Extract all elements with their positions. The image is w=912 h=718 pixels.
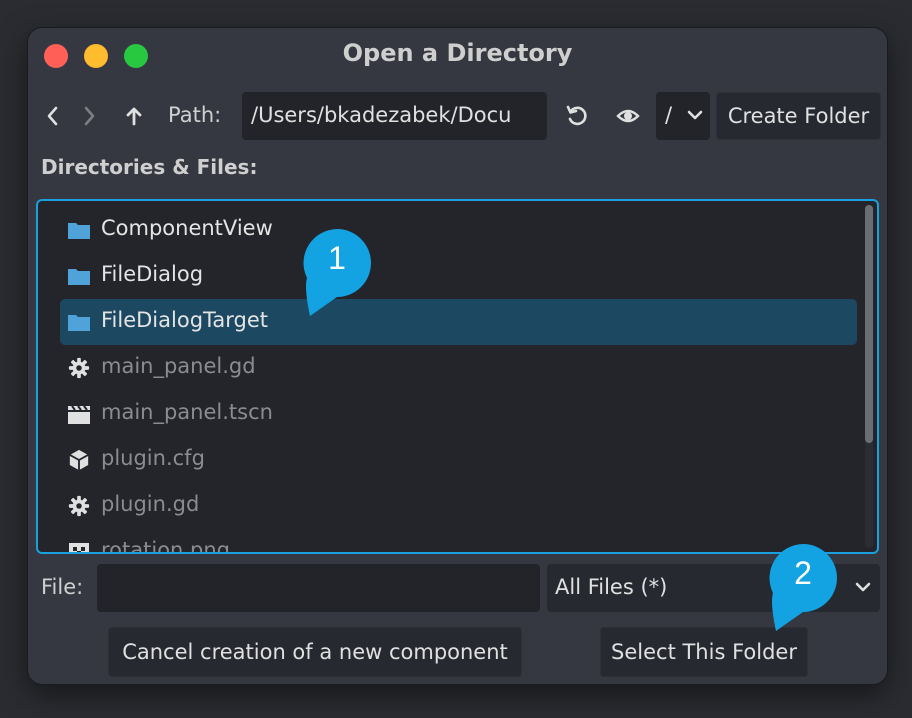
folder-icon [68, 223, 90, 239]
path-input[interactable]: /Users/bkadezabek/Docu [242, 92, 547, 140]
create-folder-button[interactable]: Create Folder [716, 92, 881, 140]
arrow-up-icon [126, 107, 142, 126]
folder-icon [68, 269, 90, 285]
list-item-label: main_panel.gd [101, 354, 256, 378]
file-filter-value: All Files (*) [555, 575, 668, 599]
list-item[interactable]: main_panel.gd [60, 345, 857, 391]
chevron-down-icon [687, 110, 703, 120]
scrollbar-thumb[interactable] [865, 205, 873, 443]
path-label: Path: [168, 103, 222, 127]
list-item-label: FileDialogTarget [101, 308, 268, 332]
eye-icon [616, 109, 640, 123]
refresh-icon [566, 105, 587, 126]
toolbar: Path: /Users/bkadezabek/Docu / Create Fo… [28, 92, 887, 140]
list-item-selected[interactable]: FileDialogTarget [60, 299, 857, 345]
annotation-marker-1: 1 [302, 228, 372, 316]
dialog-title: Open a Directory [342, 39, 573, 67]
drive-select[interactable]: / [656, 92, 710, 140]
list-item-label: plugin.cfg [101, 446, 205, 470]
list-item-label: rotation.png [101, 538, 230, 554]
file-name-input[interactable] [97, 564, 540, 612]
annotation-marker-2: 2 [768, 543, 838, 631]
select-folder-button[interactable]: Select This Folder [600, 627, 808, 677]
list-item[interactable]: main_panel.tscn [60, 391, 857, 437]
drive-value: / [665, 103, 673, 127]
cancel-button[interactable]: Cancel creation of a new component [108, 627, 522, 677]
chevron-down-icon [855, 582, 871, 592]
chevron-right-icon [84, 106, 95, 126]
gear-icon [68, 495, 90, 517]
toggle-hidden-files-button[interactable] [611, 92, 645, 140]
list-item-label: ComponentView [101, 216, 273, 240]
refresh-button[interactable] [560, 92, 594, 140]
list-item[interactable]: plugin.gd [60, 483, 857, 529]
list-item[interactable]: rotation.png [60, 529, 857, 554]
open-directory-dialog: Open a Directory Path: /Users/bkadezabek… [28, 28, 887, 684]
path-value: /Users/bkadezabek/Docu [251, 103, 512, 127]
list-item[interactable]: ComponentView [60, 207, 857, 253]
image-icon [69, 543, 89, 552]
directories-files-label: Directories & Files: [41, 155, 258, 179]
list-item[interactable]: plugin.cfg [60, 437, 857, 483]
back-button[interactable] [38, 92, 66, 140]
title-bar[interactable]: Open a Directory [28, 28, 887, 83]
list-item[interactable]: FileDialog [60, 253, 857, 299]
list-item-label: FileDialog [101, 262, 204, 286]
clapperboard-icon [68, 405, 90, 424]
annotation-marker-label: 2 [794, 555, 812, 591]
forward-button[interactable] [76, 92, 104, 140]
gear-icon [68, 357, 90, 379]
annotation-marker-label: 1 [328, 240, 346, 276]
file-label: File: [41, 575, 84, 599]
parent-directory-button[interactable] [120, 92, 148, 140]
file-list[interactable]: ComponentView FileDialog FileDialogTarge… [36, 199, 879, 554]
cube-icon [69, 449, 89, 471]
folder-icon [68, 315, 90, 331]
list-item-label: plugin.gd [101, 492, 200, 516]
list-item-label: main_panel.tscn [101, 400, 273, 424]
chevron-left-icon [47, 106, 58, 126]
